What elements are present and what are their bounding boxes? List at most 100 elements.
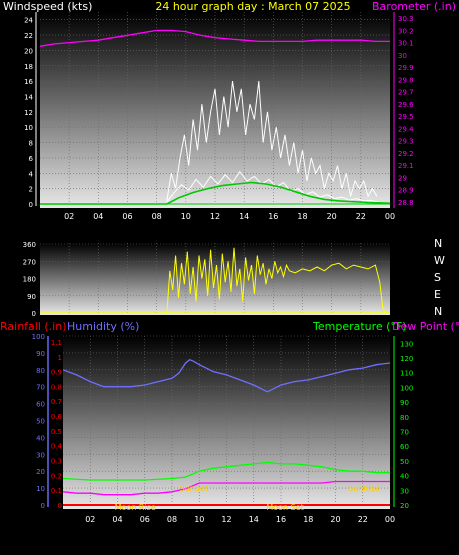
x-tick-label: 08: [167, 515, 177, 524]
temperature-tick-label: 110: [400, 370, 413, 378]
event-label: Moon Set: [266, 503, 303, 512]
rainfall-tick-label: 1: [58, 354, 62, 362]
humidity-tick-label: 90: [36, 350, 45, 358]
chart-title: 24 hour graph day : March 07 2025: [155, 0, 350, 13]
event-label: SunSet: [180, 484, 208, 493]
temperature-tick-label: 90: [400, 399, 409, 407]
winddir-tick-label: 90: [27, 293, 36, 301]
temperature-tick-label: 130: [400, 340, 413, 348]
rainfall-tick-label: 0.7: [51, 398, 62, 406]
barometer-tick-label: 29.9: [398, 64, 414, 72]
rainfall-tick-label: 0.1: [51, 487, 62, 495]
compass-label: E: [434, 288, 441, 301]
x-tick-label: 22: [356, 212, 366, 221]
windspeed-tick-label: 8: [29, 140, 33, 148]
humidity-tick-label: 100: [32, 333, 45, 341]
barometer-tick-label: 30.3: [398, 15, 414, 23]
barometer-tick-label: 28.8: [398, 199, 414, 207]
rainfall-tick-label: 0.5: [51, 428, 62, 436]
x-tick-label: 16: [268, 212, 278, 221]
windspeed-tick-label: 22: [24, 32, 33, 40]
rainfall-tick-label: 1.1: [51, 339, 62, 347]
barometer-tick-label: 29.7: [398, 89, 414, 97]
x-tick-label: 10: [194, 515, 204, 524]
humidity-tick-label: 40: [36, 434, 45, 442]
x-tick-label: 04: [93, 212, 103, 221]
rainfall-tick-label: 0.4: [51, 443, 63, 451]
temperature-tick-label: 80: [400, 414, 409, 422]
barometer-tick-label: 29.5: [398, 113, 414, 121]
barometer-tick-label: 29.8: [398, 76, 414, 84]
windspeed-tick-label: 24: [24, 17, 33, 25]
temperature-tick-label: 40: [400, 473, 409, 481]
x-tick-label: 22: [358, 515, 368, 524]
windspeed-axis-label: Windspeed (kts): [3, 0, 92, 13]
barometer-tick-label: 29.4: [398, 125, 414, 133]
x-tick-label: 18: [303, 515, 313, 524]
barometer-tick-label: 29.1: [398, 162, 414, 170]
windspeed-tick-label: 14: [24, 93, 33, 101]
x-tick-label: 20: [330, 515, 340, 524]
temperature-tick-label: 50: [400, 458, 409, 466]
barometer-tick-label: 30: [398, 52, 407, 60]
windspeed-tick-label: 16: [24, 78, 33, 86]
humidity-tick-label: 60: [36, 401, 45, 409]
windspeed-tick-label: 20: [24, 47, 33, 55]
x-tick-label: 06: [140, 515, 150, 524]
windspeed-tick-label: 0: [29, 201, 33, 209]
dewpoint-axis-label: Dew Point (°F): [392, 320, 459, 333]
barometer-axis-label: Barometer (.in): [372, 0, 456, 13]
windspeed-tick-label: 6: [29, 155, 34, 163]
temperature-tick-label: 30: [400, 487, 409, 495]
rainfall-tick-label: 0.9: [51, 369, 62, 377]
x-tick-label: 16: [276, 515, 286, 524]
x-tick-label: 04: [112, 515, 122, 524]
humidity-tick-label: 80: [36, 367, 45, 375]
x-tick-label: 18: [297, 212, 307, 221]
humidity-tick-label: 50: [36, 418, 45, 426]
x-tick-label: 00: [385, 212, 395, 221]
barometer-tick-label: 29: [398, 174, 407, 182]
humidity-tick-label: 0: [41, 502, 45, 510]
barometer-tick-label: 28.9: [398, 187, 414, 195]
x-tick-label: 14: [249, 515, 259, 524]
humidity-axis-label: Humidity (%): [67, 320, 139, 333]
weather-graph: Windspeed (kts) 24 hour graph day : Marc…: [0, 0, 459, 524]
event-label: SunRise: [348, 484, 380, 493]
barometer-tick-label: 29.6: [398, 101, 414, 109]
compass-label: W: [434, 254, 445, 267]
windspeed-tick-label: 4: [29, 170, 34, 178]
x-tick-label: 02: [85, 515, 95, 524]
x-tick-label: 06: [122, 212, 132, 221]
winddir-tick-label: 270: [23, 258, 36, 266]
barometer-tick-label: 30.1: [398, 40, 414, 48]
windspeed-tick-label: 10: [24, 124, 33, 132]
rainfall-tick-label: 0.3: [51, 458, 62, 466]
barometer-tick-label: 30.2: [398, 27, 414, 35]
humidity-tick-label: 70: [36, 384, 45, 392]
barometer-tick-label: 29.3: [398, 138, 414, 146]
humidity-tick-label: 30: [36, 451, 45, 459]
barometer-tick-label: 29.2: [398, 150, 414, 158]
x-tick-label: 14: [239, 212, 249, 221]
event-label: Moon Rise: [115, 503, 156, 512]
compass-label: N: [434, 305, 442, 318]
x-tick-label: 00: [385, 515, 395, 524]
wind-panel-background: [40, 12, 390, 208]
windspeed-tick-label: 18: [24, 63, 33, 71]
temperature-tick-label: 70: [400, 429, 409, 437]
temperature-tick-label: 60: [400, 443, 409, 451]
rainfall-axis-label: Rainfall (.in): [0, 320, 67, 333]
compass-label: S: [434, 271, 441, 284]
x-tick-label: 02: [64, 212, 74, 221]
rainfall-tick-label: 0: [58, 502, 62, 510]
x-tick-label: 12: [210, 212, 220, 221]
x-tick-label: 12: [221, 515, 231, 524]
compass-label: N: [434, 237, 442, 250]
rainfall-tick-label: 0.8: [51, 383, 62, 391]
humidity-tick-label: 20: [36, 468, 45, 476]
winddir-tick-label: 0: [32, 310, 36, 318]
rainfall-tick-label: 0.6: [51, 413, 63, 421]
winddir-tick-label: 180: [23, 276, 36, 284]
winddir-tick-label: 360: [23, 241, 36, 249]
